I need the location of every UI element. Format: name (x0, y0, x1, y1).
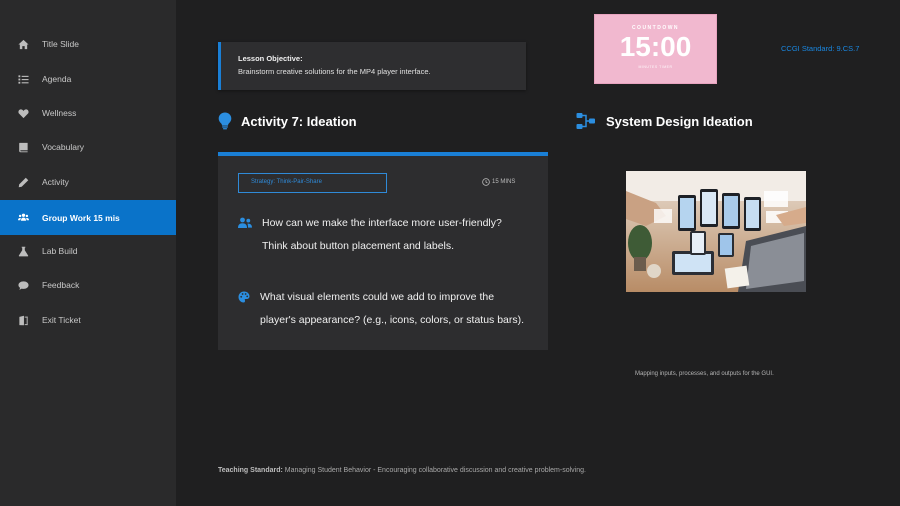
question-1-line-2: Think about button placement and labels. (262, 240, 455, 252)
users-icon (17, 212, 29, 224)
question-2-line-1: What visual elements could we add to imp… (260, 291, 495, 303)
duration-label: 15 MINS (482, 178, 515, 186)
sidebar-item-title-slide[interactable]: Title Slide (0, 27, 176, 61)
list-icon (17, 73, 29, 85)
book-icon (17, 141, 29, 153)
sidebar-item-group-work[interactable]: Group Work 15 mis (0, 200, 176, 235)
sidebar-item-label: Exit Ticket (42, 315, 81, 325)
strategy-badge: Strategy: Think-Pair-Share (238, 173, 387, 193)
duration-text: 15 MINS (492, 179, 516, 185)
photo-caption: Mapping inputs, processes, and outputs f… (635, 371, 774, 377)
question-1-line-1: How can we make the interface more user-… (262, 217, 502, 229)
question-1: How can we make the interface more user-… (238, 212, 502, 258)
teaching-standard-text: Managing Student Behavior - Encouraging … (282, 467, 586, 474)
sidebar-item-label: Lab Build (42, 246, 78, 256)
sidebar-item-label: Title Slide (42, 39, 80, 49)
question-2: What visual elements could we add to imp… (238, 286, 524, 332)
countdown-value: 15:00 (619, 31, 692, 62)
sidebar-item-lab-build[interactable]: Lab Build (0, 234, 176, 268)
sidebar-item-label: Feedback (42, 280, 80, 290)
sidebar-item-label: Group Work 15 mis (42, 212, 120, 223)
pencil-icon (17, 176, 29, 188)
users-icon (238, 216, 252, 228)
ccgi-standard: CCGI Standard: 9.CS.7 (781, 44, 860, 53)
sidebar: Title Slide Agenda Wellness Vocabulary A… (0, 0, 176, 506)
teaching-standard-label: Teaching Standard: (218, 467, 283, 474)
palette-icon (238, 290, 252, 303)
lesson-objective-box: Lesson Objective: Brainstorm creative so… (218, 42, 526, 90)
lightbulb-icon (218, 112, 232, 130)
system-design-title: System Design Ideation (606, 113, 753, 129)
system-design-heading: System Design Ideation (576, 112, 753, 130)
sidebar-item-label: Vocabulary (42, 142, 85, 152)
question-2-line-2: player's appearance? (e.g., icons, color… (260, 314, 525, 326)
heart-icon (17, 107, 29, 119)
flask-icon (17, 245, 29, 257)
comment-icon (17, 279, 29, 291)
sidebar-item-label: Wellness (42, 108, 77, 118)
sitemap-icon (576, 112, 596, 130)
lesson-objective-title: Lesson Objective: (238, 54, 303, 63)
countdown-timer: COUNTDOWN 15:00 MINUTES TIMER (594, 14, 717, 84)
lesson-objective-text: Brainstorm creative solutions for the MP… (238, 67, 431, 76)
ui-design-photo (626, 171, 806, 292)
door-icon (17, 314, 29, 326)
countdown-sublabel: MINUTES TIMER (638, 65, 673, 69)
activity-card: Strategy: Think-Pair-Share 15 MINS How c… (218, 152, 548, 350)
sidebar-item-vocabulary[interactable]: Vocabulary (0, 130, 176, 164)
sidebar-item-exit-ticket[interactable]: Exit Ticket (0, 303, 176, 337)
sidebar-item-wellness[interactable]: Wellness (0, 96, 176, 130)
home-icon (17, 38, 29, 50)
sidebar-item-activity[interactable]: Activity (0, 165, 176, 199)
sidebar-item-label: Agenda (42, 74, 72, 84)
sidebar-item-feedback[interactable]: Feedback (0, 268, 176, 302)
activity-heading: Activity 7: Ideation (218, 112, 357, 130)
activity-title: Activity 7: Ideation (241, 113, 357, 129)
clock-icon (482, 178, 490, 186)
teaching-standard: Teaching Standard: Managing Student Beha… (218, 467, 586, 474)
sidebar-item-label: Activity (42, 177, 69, 187)
sidebar-item-agenda[interactable]: Agenda (0, 62, 176, 96)
